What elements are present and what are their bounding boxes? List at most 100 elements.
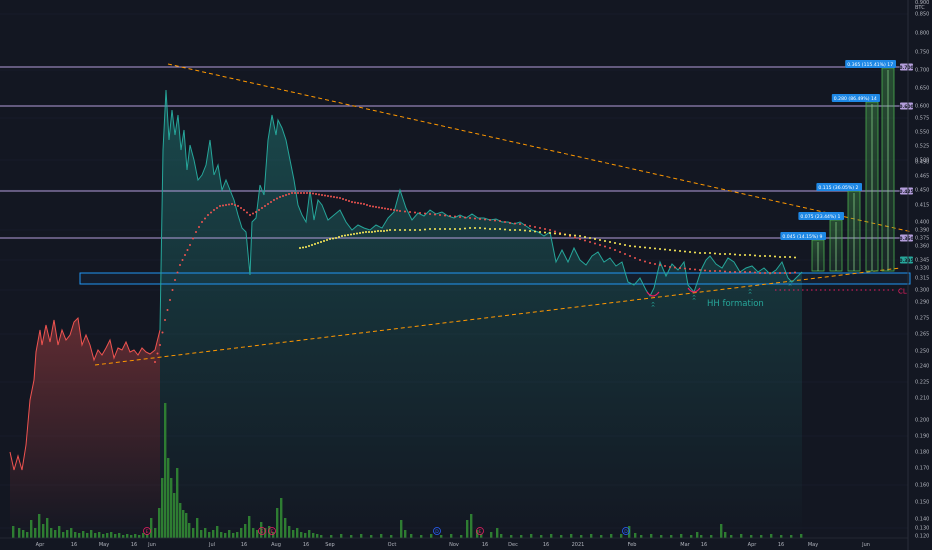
ma-red-dot bbox=[599, 244, 601, 246]
y-tick-label: 0.465 bbox=[915, 174, 929, 180]
volume-bar bbox=[500, 534, 503, 538]
y-tick-label: 0.190 bbox=[915, 434, 929, 440]
ma-red-dot bbox=[464, 216, 466, 219]
ma-red-dot bbox=[169, 299, 171, 301]
ma-red-dot bbox=[360, 202, 362, 205]
volume-bar bbox=[12, 526, 15, 538]
volume-bar bbox=[130, 535, 133, 538]
volume-bar bbox=[350, 535, 353, 538]
hh-formation-label: HH formation bbox=[707, 299, 764, 309]
ma-yellow-dot bbox=[634, 245, 636, 248]
y-tick-label: 0.800 bbox=[915, 31, 929, 37]
ma-red-dot bbox=[339, 197, 341, 199]
ma-yellow-dot bbox=[419, 229, 421, 231]
volume-bar bbox=[490, 532, 493, 538]
volume-bar bbox=[170, 478, 173, 538]
level-tag-label: 0.360 bbox=[899, 236, 913, 242]
x-tick-label: 16 bbox=[303, 542, 309, 548]
ma-yellow-dot bbox=[759, 255, 761, 257]
chart-root: 0.700 0.600 0.425 0.360 0.335 0.045 (14.15%)… bbox=[0, 0, 932, 550]
ma-red-dot bbox=[429, 213, 431, 215]
y-tick-label: 0.525 bbox=[915, 144, 929, 150]
x-tick-label: 16 bbox=[131, 542, 137, 548]
ma-red-dot bbox=[372, 205, 374, 208]
ma-red-dot bbox=[258, 209, 260, 211]
volume-bar bbox=[240, 528, 243, 538]
volume-bar bbox=[330, 535, 333, 538]
x-tick-label: Jul bbox=[208, 542, 215, 548]
x-tick-label: 16 bbox=[778, 542, 784, 548]
event-marker-label: D bbox=[624, 529, 628, 535]
y-tick-label: 0.750 bbox=[915, 50, 929, 56]
volume-bar bbox=[404, 530, 407, 538]
volume-bar bbox=[450, 534, 453, 538]
ma-yellow-dot bbox=[529, 230, 531, 232]
volume-bar bbox=[158, 508, 161, 538]
volume-bar bbox=[780, 535, 783, 538]
ma-red-dot bbox=[174, 279, 176, 281]
ma-red-dot bbox=[454, 215, 456, 218]
volume-bar bbox=[34, 528, 37, 538]
volume-bar bbox=[142, 533, 145, 538]
ma-yellow-dot bbox=[714, 252, 716, 255]
ma-red-dot bbox=[574, 236, 576, 239]
ma-yellow-dot bbox=[377, 230, 379, 232]
ma-yellow-dot bbox=[604, 240, 606, 242]
y-tick-label: 0.275 bbox=[915, 316, 929, 322]
volume-bar bbox=[640, 535, 643, 538]
ma-yellow-dot bbox=[389, 229, 391, 231]
volume-bar bbox=[400, 520, 403, 538]
ma-red-dot bbox=[282, 195, 284, 197]
ma-red-dot bbox=[609, 247, 611, 249]
x-tick-label: Jun bbox=[861, 542, 870, 548]
ma-red-dot bbox=[784, 272, 786, 274]
ma-yellow-dot bbox=[399, 229, 401, 231]
ma-yellow-dot bbox=[679, 250, 681, 252]
volume-bar bbox=[70, 528, 73, 538]
ma-yellow-dot bbox=[744, 254, 746, 256]
x-tick-label: 2021 bbox=[572, 542, 585, 548]
volume-bar bbox=[176, 468, 179, 538]
ma-red-dot bbox=[534, 226, 536, 228]
y-tick-label: 0.490 bbox=[915, 160, 929, 166]
ma-yellow-dot bbox=[439, 228, 441, 230]
y-tick-label: 0.550 bbox=[915, 130, 929, 136]
volume-bar bbox=[790, 535, 793, 538]
x-tick-label: 16 bbox=[482, 542, 488, 548]
ma-red-dot bbox=[699, 269, 701, 271]
ma-yellow-dot bbox=[338, 236, 340, 238]
volume-bar bbox=[730, 535, 733, 538]
ma-red-dot bbox=[161, 331, 164, 334]
ma-red-dot bbox=[704, 269, 706, 272]
volume-bar bbox=[118, 533, 121, 538]
ma-yellow-dot bbox=[639, 246, 641, 248]
ma-yellow-dot bbox=[594, 238, 596, 240]
ma-yellow-dot bbox=[353, 233, 355, 235]
ma-yellow-dot bbox=[779, 256, 781, 258]
ma-yellow-dot bbox=[609, 241, 611, 243]
y-tick-label: 0.210 bbox=[915, 396, 929, 402]
y-tick-label: 0.375 bbox=[915, 236, 929, 242]
ma-yellow-dot bbox=[549, 232, 551, 234]
ma-red-dot bbox=[216, 207, 218, 209]
ma-yellow-dot bbox=[341, 235, 343, 237]
volume-bar bbox=[680, 534, 683, 538]
ma-yellow-dot bbox=[694, 251, 696, 254]
event-marker-label: E bbox=[146, 529, 149, 535]
event-marker-label: D bbox=[435, 529, 439, 535]
ma-yellow-dot bbox=[574, 234, 576, 237]
ma-yellow-dot bbox=[386, 229, 388, 232]
y-tick-label: 0.700 bbox=[915, 68, 929, 74]
ma-red-dot bbox=[166, 309, 169, 311]
x-tick-label: Mar bbox=[680, 542, 690, 548]
higher-low-marker: ⌃ bbox=[691, 297, 697, 305]
y-tick-label: 0.650 bbox=[915, 86, 929, 92]
volume-bar bbox=[248, 516, 251, 538]
volume-bar bbox=[164, 403, 167, 538]
ma-yellow-dot bbox=[654, 247, 656, 250]
y-tick-label: 0.300 bbox=[915, 288, 929, 294]
volume-bar bbox=[188, 523, 191, 538]
ma-red-dot bbox=[249, 214, 251, 216]
y-tick-label: 0.180 bbox=[915, 450, 929, 456]
ma-red-dot bbox=[279, 196, 281, 198]
